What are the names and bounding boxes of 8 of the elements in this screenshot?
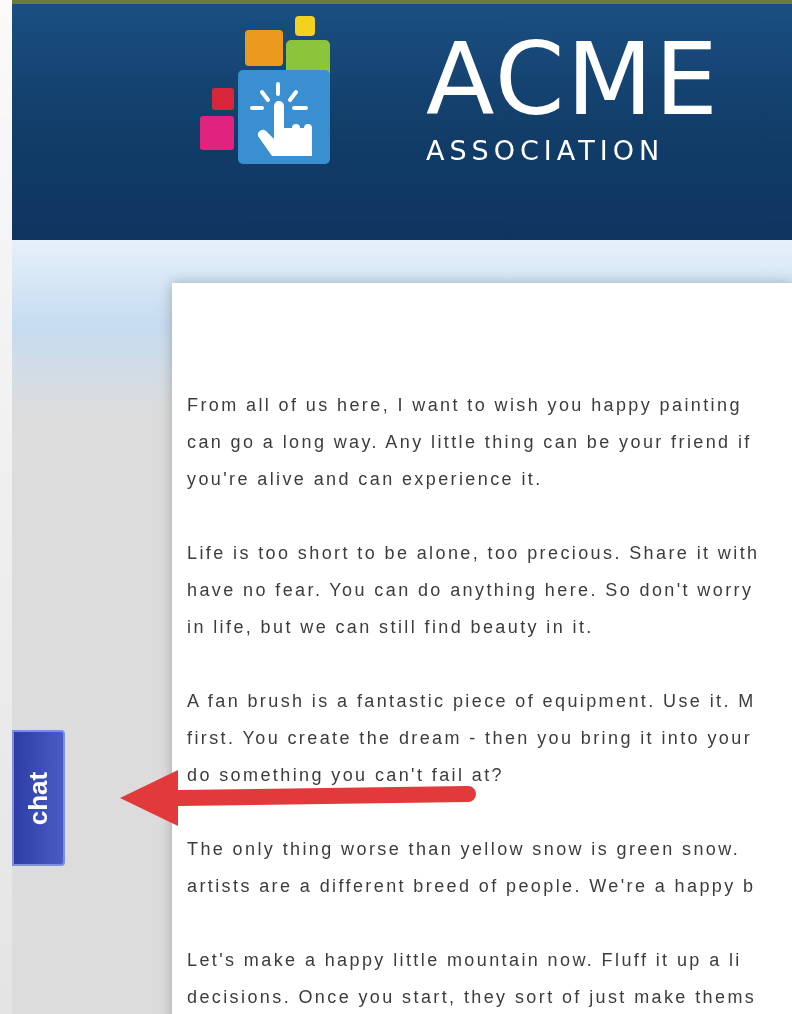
logo-title: ACME	[426, 30, 720, 130]
paragraph: Life is too short to be alone, too precious. Share it with have no fear. You can do anything here. So don't worry in life, but we can still find beauty in it.	[187, 542, 760, 639]
chat-tab[interactable]: chat	[12, 730, 65, 866]
paragraph: The only thing worse than yellow snow is green snow. artists are a different breed of people. We're a happy b	[187, 838, 756, 898]
paragraph: Let's make a happy little mountain now. Fluff it up a li decisions. Once you start, they sort of just make thems	[187, 949, 757, 1009]
paragraph: A fan brush is a fantastic piece of equipment. Use it. M first. You create the dream - then you bring it into your do something you can't fail at?	[187, 690, 756, 787]
paragraph: From all of us here, I want to wish you happy painting can go a long way. Any little thing can be your friend if you're alive and can experience it.	[187, 394, 752, 491]
logo-subtitle: ASSOCIATION	[426, 134, 666, 168]
